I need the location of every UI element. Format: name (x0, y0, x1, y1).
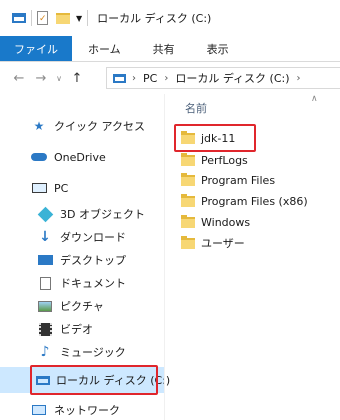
properties-icon[interactable]: ✓ (37, 11, 48, 25)
file-row-program-files[interactable]: Program Files (181, 170, 331, 190)
download-arrow-icon: ↓ (39, 229, 51, 245)
nav-item-label: クイック アクセス (54, 120, 145, 133)
nav-item-documents[interactable]: ドキュメント (0, 271, 164, 295)
navigation-pane: ★ クイック アクセス OneDrive PC 3D オブジェクト ↓ ダウンロ… (0, 94, 170, 420)
file-name: Program Files (x86) (201, 194, 308, 208)
folder-icon (181, 214, 195, 228)
folder-icon (181, 172, 195, 186)
nav-item-pc[interactable]: PC (0, 176, 164, 200)
nav-item-quick-access[interactable]: ★ クイック アクセス (0, 114, 164, 138)
nav-item-label: OneDrive (54, 150, 106, 164)
file-list-pane: ∧ 名前 jdk-11 PerfLogs Program Files Progr… (164, 94, 340, 420)
highlight-box-jdk-11 (174, 124, 256, 152)
cube-icon (36, 206, 54, 222)
nav-item-label: 3D オブジェクト (60, 208, 145, 221)
nav-item-label: デスクトップ (60, 254, 126, 267)
breadcrumb-pc[interactable]: PC (143, 72, 157, 85)
star-icon: ★ (33, 119, 45, 133)
folder-icon (181, 152, 195, 166)
title-bar: ✓ ▼ ローカル ディスク (C:) (0, 0, 340, 36)
navigation-bar: ← → ∨ ↑ › PC › ローカル ディスク (C:) › (0, 62, 340, 94)
network-icon (30, 402, 48, 418)
recent-locations-chevron-icon[interactable]: ∨ (52, 74, 66, 83)
breadcrumb-separator-icon: › (164, 72, 169, 84)
breadcrumb-separator-icon: › (132, 72, 136, 84)
drive-icon (12, 13, 26, 23)
tab-share[interactable]: 共有 (137, 36, 191, 61)
nav-item-desktop[interactable]: デスクトップ (0, 248, 164, 272)
nav-item-label: ビデオ (60, 323, 93, 336)
nav-item-pictures[interactable]: ピクチャ (0, 294, 164, 318)
nav-item-network[interactable]: ネットワーク (0, 398, 164, 420)
quick-access-toolbar-dropdown-icon[interactable]: ▼ (76, 14, 82, 23)
back-arrow-icon[interactable]: ← (8, 71, 30, 86)
nav-item-label: ピクチャ (60, 300, 104, 313)
picture-icon (36, 298, 54, 314)
desktop-icon (36, 252, 54, 268)
file-name: Program Files (201, 173, 276, 187)
this-pc-location-icon (113, 73, 126, 83)
new-folder-icon[interactable] (56, 12, 70, 24)
folder-icon (181, 193, 195, 207)
tab-home[interactable]: ホーム (72, 36, 137, 61)
cloud-icon (30, 149, 48, 165)
nav-item-downloads[interactable]: ↓ ダウンロード (0, 225, 164, 249)
computer-icon (30, 180, 48, 196)
nav-item-label: PC (54, 181, 69, 195)
nav-item-label: ミュージック (60, 346, 126, 359)
folder-icon (181, 235, 195, 249)
nav-item-label: ネットワーク (54, 404, 120, 417)
ribbon-tabs: ファイル ホーム 共有 表示 (0, 36, 340, 62)
file-name: Windows (201, 215, 251, 229)
separator (87, 10, 89, 26)
nav-item-3d-objects[interactable]: 3D オブジェクト (0, 202, 164, 226)
tab-file[interactable]: ファイル (0, 36, 72, 61)
breadcrumb-local-disk[interactable]: ローカル ディスク (C:) (175, 70, 289, 86)
up-arrow-icon[interactable]: ↑ (66, 71, 88, 86)
window-title: ローカル ディスク (C:) (97, 12, 212, 25)
file-name: PerfLogs (201, 153, 248, 167)
file-row-users[interactable]: ユーザー (181, 233, 331, 253)
tab-view[interactable]: 表示 (191, 36, 245, 61)
document-icon (36, 275, 54, 291)
nav-item-onedrive[interactable]: OneDrive (0, 145, 164, 169)
file-row-perflogs[interactable]: PerfLogs (181, 150, 331, 170)
file-row-program-files-x86[interactable]: Program Files (x86) (181, 191, 331, 211)
file-name: ユーザー (201, 237, 245, 250)
address-bar[interactable]: › PC › ローカル ディスク (C:) › (106, 67, 340, 89)
nav-item-label: ドキュメント (60, 277, 126, 290)
file-row-windows[interactable]: Windows (181, 212, 331, 232)
column-header-name[interactable]: 名前 (185, 100, 207, 116)
nav-item-videos[interactable]: ビデオ (0, 317, 164, 341)
breadcrumb-separator-icon: › (296, 72, 301, 84)
sort-chevron-icon[interactable]: ∧ (311, 94, 318, 104)
separator (31, 10, 32, 26)
nav-item-music[interactable]: ♪ ミュージック (0, 340, 164, 364)
music-note-icon: ♪ (40, 344, 50, 360)
film-icon (36, 321, 54, 337)
forward-arrow-icon[interactable]: → (30, 71, 52, 86)
nav-item-label: ダウンロード (60, 231, 126, 244)
highlight-box-local-disk (30, 365, 158, 395)
